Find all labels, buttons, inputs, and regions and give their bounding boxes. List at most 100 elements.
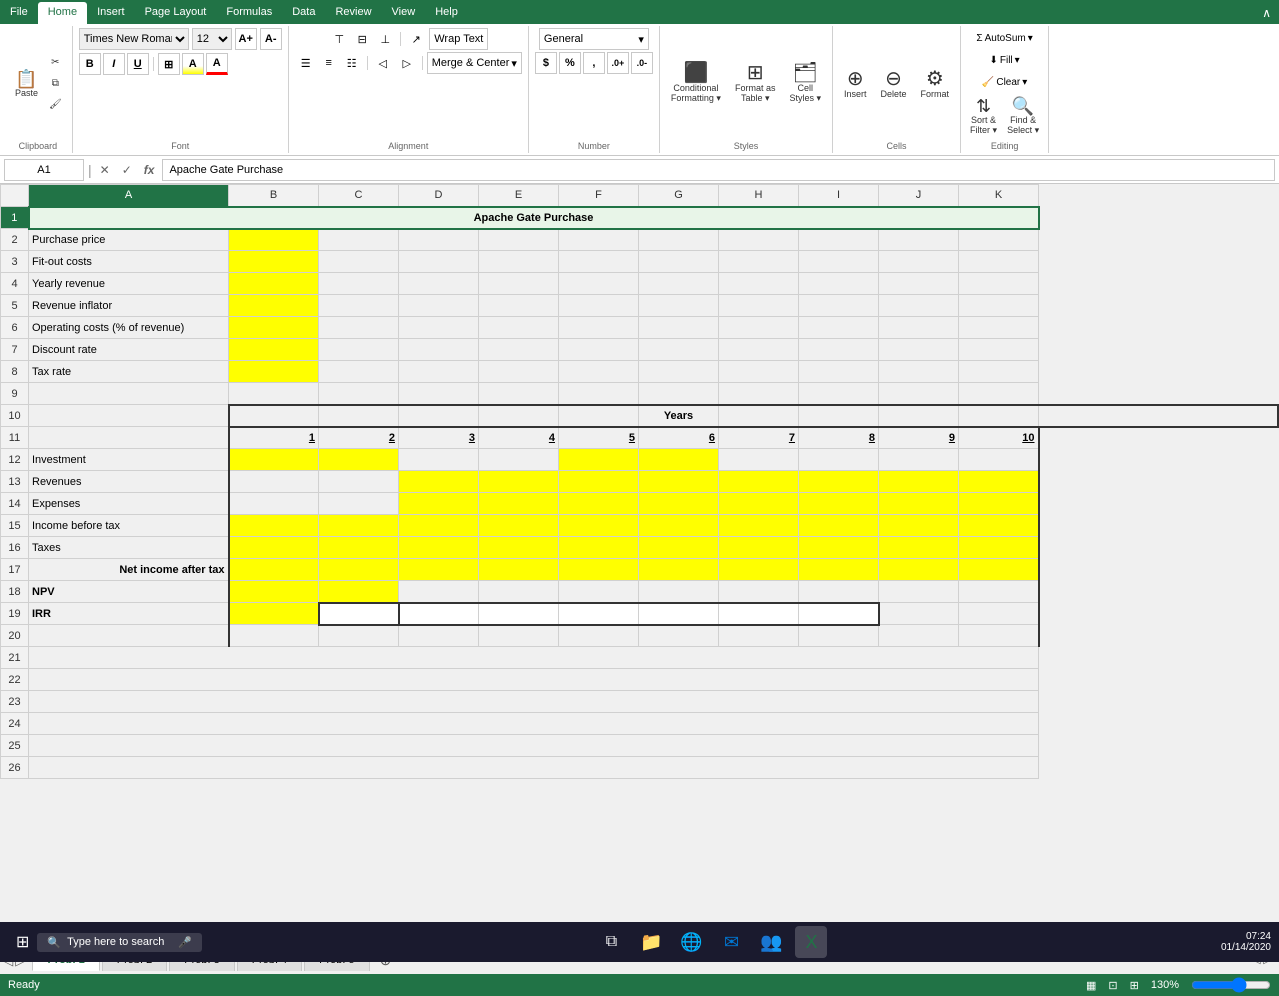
cell-J20[interactable] bbox=[879, 625, 959, 647]
autosum-button[interactable]: Σ AutoSum ▾ bbox=[971, 28, 1037, 48]
cell-A20[interactable] bbox=[29, 625, 229, 647]
cell-G6[interactable] bbox=[639, 317, 719, 339]
orientation-button[interactable]: ↗ bbox=[405, 28, 427, 50]
cell-H15[interactable] bbox=[719, 515, 799, 537]
cell-C7[interactable] bbox=[319, 339, 399, 361]
cell-A2[interactable]: Purchase price bbox=[29, 229, 229, 251]
cell-H19[interactable] bbox=[719, 603, 799, 625]
align-top-button[interactable]: ⊤ bbox=[328, 28, 350, 50]
cell-A18[interactable]: NPV bbox=[29, 581, 229, 603]
cell-D3[interactable] bbox=[399, 251, 479, 273]
start-button[interactable]: ⊞ bbox=[8, 928, 37, 956]
col-header-K[interactable]: K bbox=[959, 185, 1039, 207]
cell-B13[interactable] bbox=[229, 471, 319, 493]
cell-F19[interactable] bbox=[559, 603, 639, 625]
wrap-text-button[interactable]: Wrap Text bbox=[429, 28, 488, 50]
cell-I15[interactable] bbox=[799, 515, 879, 537]
cell-C2[interactable] bbox=[319, 229, 399, 251]
cell-G13[interactable] bbox=[639, 471, 719, 493]
cell-I11[interactable]: 8 bbox=[799, 427, 879, 449]
cell-J9[interactable] bbox=[879, 383, 959, 405]
cell-D5[interactable] bbox=[399, 295, 479, 317]
cell-D6[interactable] bbox=[399, 317, 479, 339]
view-normal-icon[interactable]: ▦ bbox=[1086, 979, 1096, 992]
cell-J16[interactable] bbox=[879, 537, 959, 559]
cell-K20[interactable] bbox=[959, 625, 1039, 647]
cell-reference-input[interactable] bbox=[4, 159, 84, 181]
cell-C13[interactable] bbox=[319, 471, 399, 493]
cell-E19[interactable] bbox=[479, 603, 559, 625]
cell-row25[interactable] bbox=[29, 735, 1039, 757]
cell-J12[interactable] bbox=[879, 449, 959, 471]
cell-B17[interactable] bbox=[229, 559, 319, 581]
col-header-D[interactable]: D bbox=[399, 185, 479, 207]
cell-H3[interactable] bbox=[719, 251, 799, 273]
minimize-ribbon-btn[interactable]: ∧ bbox=[1254, 2, 1279, 24]
cell-B5[interactable] bbox=[229, 295, 319, 317]
tab-file[interactable]: File bbox=[0, 2, 38, 24]
cell-H14[interactable] bbox=[719, 493, 799, 515]
cell-F18[interactable] bbox=[559, 581, 639, 603]
tab-insert[interactable]: Insert bbox=[87, 2, 135, 24]
taskbar-task-view[interactable]: ⧉ bbox=[595, 926, 627, 958]
cell-G18[interactable] bbox=[639, 581, 719, 603]
cell-B2[interactable] bbox=[229, 229, 319, 251]
cell-H2[interactable] bbox=[719, 229, 799, 251]
cell-A14[interactable]: Expenses bbox=[29, 493, 229, 515]
cell-I20[interactable] bbox=[799, 625, 879, 647]
insert-function-icon[interactable]: fx bbox=[140, 161, 159, 179]
cell-D2[interactable] bbox=[399, 229, 479, 251]
cell-row24[interactable] bbox=[29, 713, 1039, 735]
cell-D4[interactable] bbox=[399, 273, 479, 295]
cell-B20[interactable] bbox=[229, 625, 319, 647]
cell-G11[interactable]: 6 bbox=[639, 427, 719, 449]
confirm-formula-icon[interactable]: ✓ bbox=[118, 161, 136, 179]
align-bottom-button[interactable]: ⊥ bbox=[374, 28, 396, 50]
cell-G5[interactable] bbox=[639, 295, 719, 317]
taskbar-file-explorer[interactable]: 📁 bbox=[635, 926, 667, 958]
cell-G14[interactable] bbox=[639, 493, 719, 515]
cell-styles-button[interactable]: 🗂 CellStyles ▾ bbox=[784, 60, 826, 108]
cell-C17[interactable] bbox=[319, 559, 399, 581]
cell-G20[interactable] bbox=[639, 625, 719, 647]
cell-H20[interactable] bbox=[719, 625, 799, 647]
tab-view[interactable]: View bbox=[382, 2, 426, 24]
cell-E12[interactable] bbox=[479, 449, 559, 471]
cell-B6[interactable] bbox=[229, 317, 319, 339]
cell-D20[interactable] bbox=[399, 625, 479, 647]
col-header-I[interactable]: I bbox=[799, 185, 879, 207]
cell-K4[interactable] bbox=[959, 273, 1039, 295]
cell-F10[interactable] bbox=[559, 405, 639, 427]
paste-button[interactable]: 📋 Paste bbox=[10, 56, 43, 111]
copy-button[interactable]: ⧉ bbox=[45, 74, 66, 94]
cell-E2[interactable] bbox=[479, 229, 559, 251]
format-as-table-button[interactable]: ⊞ Format asTable ▾ bbox=[730, 60, 781, 108]
cell-E14[interactable] bbox=[479, 493, 559, 515]
font-name-select[interactable]: Times New Roman Arial Calibri bbox=[79, 28, 189, 50]
cell-I3[interactable] bbox=[799, 251, 879, 273]
tab-page-layout[interactable]: Page Layout bbox=[135, 2, 217, 24]
cell-A13[interactable]: Revenues bbox=[29, 471, 229, 493]
cell-H13[interactable] bbox=[719, 471, 799, 493]
cell-B7[interactable] bbox=[229, 339, 319, 361]
tab-home[interactable]: Home bbox=[38, 2, 87, 24]
cell-row22[interactable] bbox=[29, 669, 1039, 691]
cut-button[interactable]: ✂ bbox=[45, 53, 66, 73]
cell-K15[interactable] bbox=[959, 515, 1039, 537]
zoom-slider[interactable] bbox=[1191, 977, 1271, 993]
col-header-H[interactable]: H bbox=[719, 185, 799, 207]
taskbar-teams[interactable]: 👥 bbox=[755, 926, 787, 958]
cell-H5[interactable] bbox=[719, 295, 799, 317]
cell-C15[interactable] bbox=[319, 515, 399, 537]
cell-F11[interactable]: 5 bbox=[559, 427, 639, 449]
cell-E3[interactable] bbox=[479, 251, 559, 273]
decrease-decimal-button[interactable]: .0- bbox=[631, 52, 653, 74]
cell-H9[interactable] bbox=[719, 383, 799, 405]
cell-G16[interactable] bbox=[639, 537, 719, 559]
cell-K18[interactable] bbox=[959, 581, 1039, 603]
cell-F2[interactable] bbox=[559, 229, 639, 251]
tab-data[interactable]: Data bbox=[282, 2, 325, 24]
indent-decrease-button[interactable]: ◁ bbox=[372, 52, 394, 74]
format-button[interactable]: ⚙ Format bbox=[916, 60, 955, 108]
cell-I19[interactable] bbox=[799, 603, 879, 625]
